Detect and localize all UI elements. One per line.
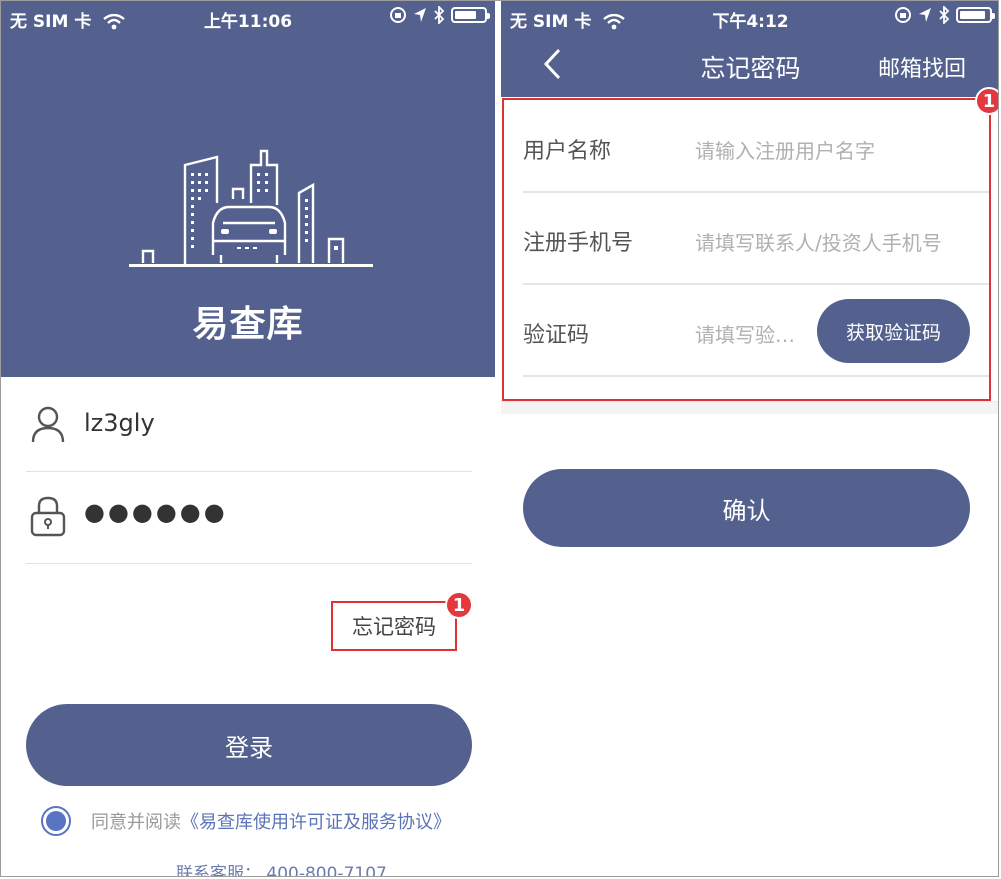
username-value[interactable]: lz3gly: [84, 409, 155, 437]
screenshot-frame: 无 SIM 卡 上午11:06 易查库 lz3gly ●●●●●● 忘记密码 1…: [0, 0, 999, 877]
lock-icon: [30, 496, 66, 537]
login-label: 登录: [225, 733, 273, 762]
agreement-row: 同意并阅读《易查库使用许可证及服务协议》: [41, 801, 495, 841]
agree-radio[interactable]: [41, 806, 71, 836]
forgot-password-label: 忘记密码: [352, 615, 436, 639]
app-name: 易查库: [192, 304, 304, 345]
bluetooth-icon: [434, 6, 445, 24]
email-recover-link[interactable]: 邮箱找回: [878, 51, 966, 83]
status-icons: [389, 6, 490, 24]
user-icon: [31, 406, 65, 443]
location-arrow-icon: [919, 8, 931, 22]
status-bar: 无 SIM 卡 上午11:06: [1, 1, 495, 35]
battery-icon: [956, 7, 995, 23]
rotation-lock-icon: [895, 7, 911, 23]
battery-icon: [451, 7, 490, 23]
forgot-password-link[interactable]: 忘记密码: [331, 601, 457, 651]
password-row[interactable]: ●●●●●●: [26, 471, 472, 564]
agreement-text: 同意并阅读《易查库使用许可证及服务协议》: [91, 808, 451, 834]
annotation-badge: 1: [445, 591, 473, 619]
agreement-prefix: 同意并阅读: [91, 812, 181, 833]
location-arrow-icon: [414, 8, 426, 22]
highlight-box: [502, 98, 991, 401]
annotation-badge: 1: [975, 87, 998, 115]
forgot-password-screen: 无 SIM 卡 下午4:12 忘记密码 邮箱找回 用户名称 请输入注册用户名字 …: [501, 1, 998, 876]
login-screen: 无 SIM 卡 上午11:06 易查库 lz3gly ●●●●●● 忘记密码 1…: [1, 1, 495, 876]
agreement-link[interactable]: 《易查库使用许可证及服务协议》: [181, 812, 451, 833]
status-icons: [894, 6, 995, 24]
username-row[interactable]: lz3gly: [26, 379, 472, 472]
nav-bar: 无 SIM 卡 下午4:12 忘记密码 邮箱找回: [501, 1, 998, 97]
password-value[interactable]: ●●●●●●: [84, 498, 228, 526]
confirm-label: 确认: [722, 496, 771, 525]
rotation-lock-icon: [390, 7, 406, 23]
contact-service[interactable]: 联系客服： 400-800-7107: [176, 859, 387, 876]
login-button[interactable]: 登录: [26, 704, 472, 786]
section-separator: [501, 401, 998, 414]
bluetooth-icon: [939, 6, 950, 24]
confirm-button[interactable]: 确认: [523, 469, 970, 547]
login-header: 无 SIM 卡 上午11:06 易查库: [1, 1, 495, 377]
city-car-logo-icon: [129, 149, 373, 267]
status-bar: 无 SIM 卡 下午4:12: [501, 1, 998, 35]
radio-selected-dot: [46, 811, 66, 831]
